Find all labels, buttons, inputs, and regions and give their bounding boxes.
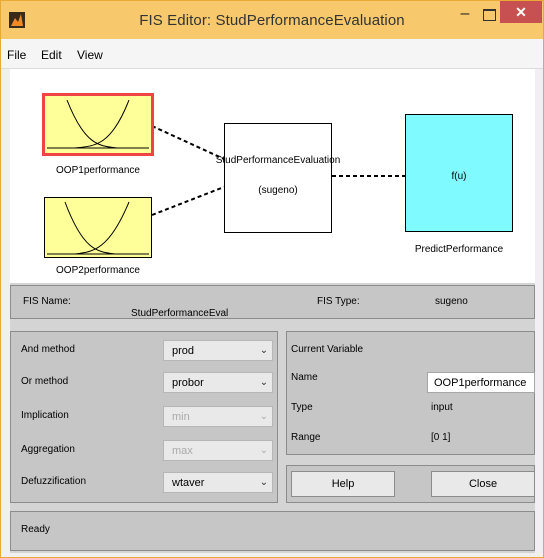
buttons-panel: Help Close — [286, 465, 535, 503]
control-area: FIS Name: StudPerformanceEval FIS Type: … — [10, 283, 535, 553]
or-method-select[interactable]: probor ⌄ — [163, 372, 273, 393]
variable-name-label: Name — [291, 372, 318, 383]
close-button[interactable]: Close — [431, 471, 535, 497]
menu-edit[interactable]: Edit — [41, 48, 62, 62]
output-function-label: f(u) — [451, 171, 467, 182]
input1-mf-box[interactable] — [42, 93, 154, 156]
help-button[interactable]: Help — [291, 471, 395, 497]
variable-name-input[interactable]: OOP1performance — [427, 372, 535, 393]
fis-type-label: FIS Type: — [317, 296, 360, 307]
membership-function-icon — [47, 201, 149, 255]
chevron-down-icon: ⌄ — [259, 411, 269, 422]
maximize-button[interactable] — [477, 5, 501, 27]
aggregation-select: max ⌄ — [163, 440, 273, 461]
and-method-label: And method — [21, 344, 75, 355]
input2-mf-box[interactable] — [44, 197, 152, 258]
input1-label: OOP1performance — [56, 165, 140, 176]
fis-system-box[interactable] — [224, 123, 332, 233]
defuzzification-label: Defuzzification — [21, 476, 87, 487]
chevron-down-icon: ⌄ — [259, 445, 269, 456]
chevron-down-icon: ⌄ — [259, 477, 269, 488]
current-variable-panel: Current Variable Name OOP1performance Ty… — [286, 331, 535, 455]
output-box[interactable]: f(u) — [405, 114, 513, 232]
aggregation-label: Aggregation — [21, 444, 75, 455]
fis-name-value: StudPerformanceEval — [131, 308, 229, 319]
system-type-label: (sugeno) — [258, 185, 298, 196]
and-method-select[interactable]: prod ⌄ — [163, 340, 273, 361]
output-label: PredictPerformance — [414, 244, 504, 255]
fis-type-value: sugeno — [435, 296, 468, 307]
fis-diagram: OOP1performance OOP2performance StudPerf… — [10, 69, 535, 283]
menu-view[interactable]: View — [77, 48, 103, 62]
variable-range-label: Range — [291, 432, 321, 443]
menu-bar: File Edit View — [1, 39, 543, 69]
chevron-down-icon: ⌄ — [259, 345, 269, 356]
variable-range-value: [0 1] — [431, 432, 451, 443]
implication-select: min ⌄ — [163, 406, 273, 427]
variable-type-label: Type — [291, 402, 313, 413]
variable-type-value: input — [431, 402, 453, 413]
title-bar[interactable]: FIS Editor: StudPerformanceEvaluation – … — [1, 1, 543, 39]
fis-name-label: FIS Name: — [23, 296, 71, 307]
current-variable-header: Current Variable — [291, 344, 364, 355]
input2-label: OOP2performance — [56, 265, 140, 276]
membership-function-icon — [47, 99, 149, 149]
fis-editor-window: FIS Editor: StudPerformanceEvaluation – … — [0, 0, 544, 558]
menu-file[interactable]: File — [7, 48, 26, 62]
implication-label: Implication — [21, 410, 69, 421]
or-method-label: Or method — [21, 376, 69, 387]
minimize-button[interactable]: – — [453, 5, 477, 27]
chevron-down-icon: ⌄ — [259, 377, 269, 388]
fis-info-panel: FIS Name: StudPerformanceEval FIS Type: … — [10, 285, 535, 319]
methods-panel: And method prod ⌄ Or method probor ⌄ Imp… — [10, 331, 278, 503]
close-window-button[interactable]: ✕ — [500, 1, 542, 23]
status-panel: Ready — [10, 511, 535, 551]
system-name-label: StudPerformanceEvaluation — [215, 155, 341, 166]
defuzzification-select[interactable]: wtaver ⌄ — [163, 472, 273, 493]
status-text: Ready — [21, 524, 50, 535]
